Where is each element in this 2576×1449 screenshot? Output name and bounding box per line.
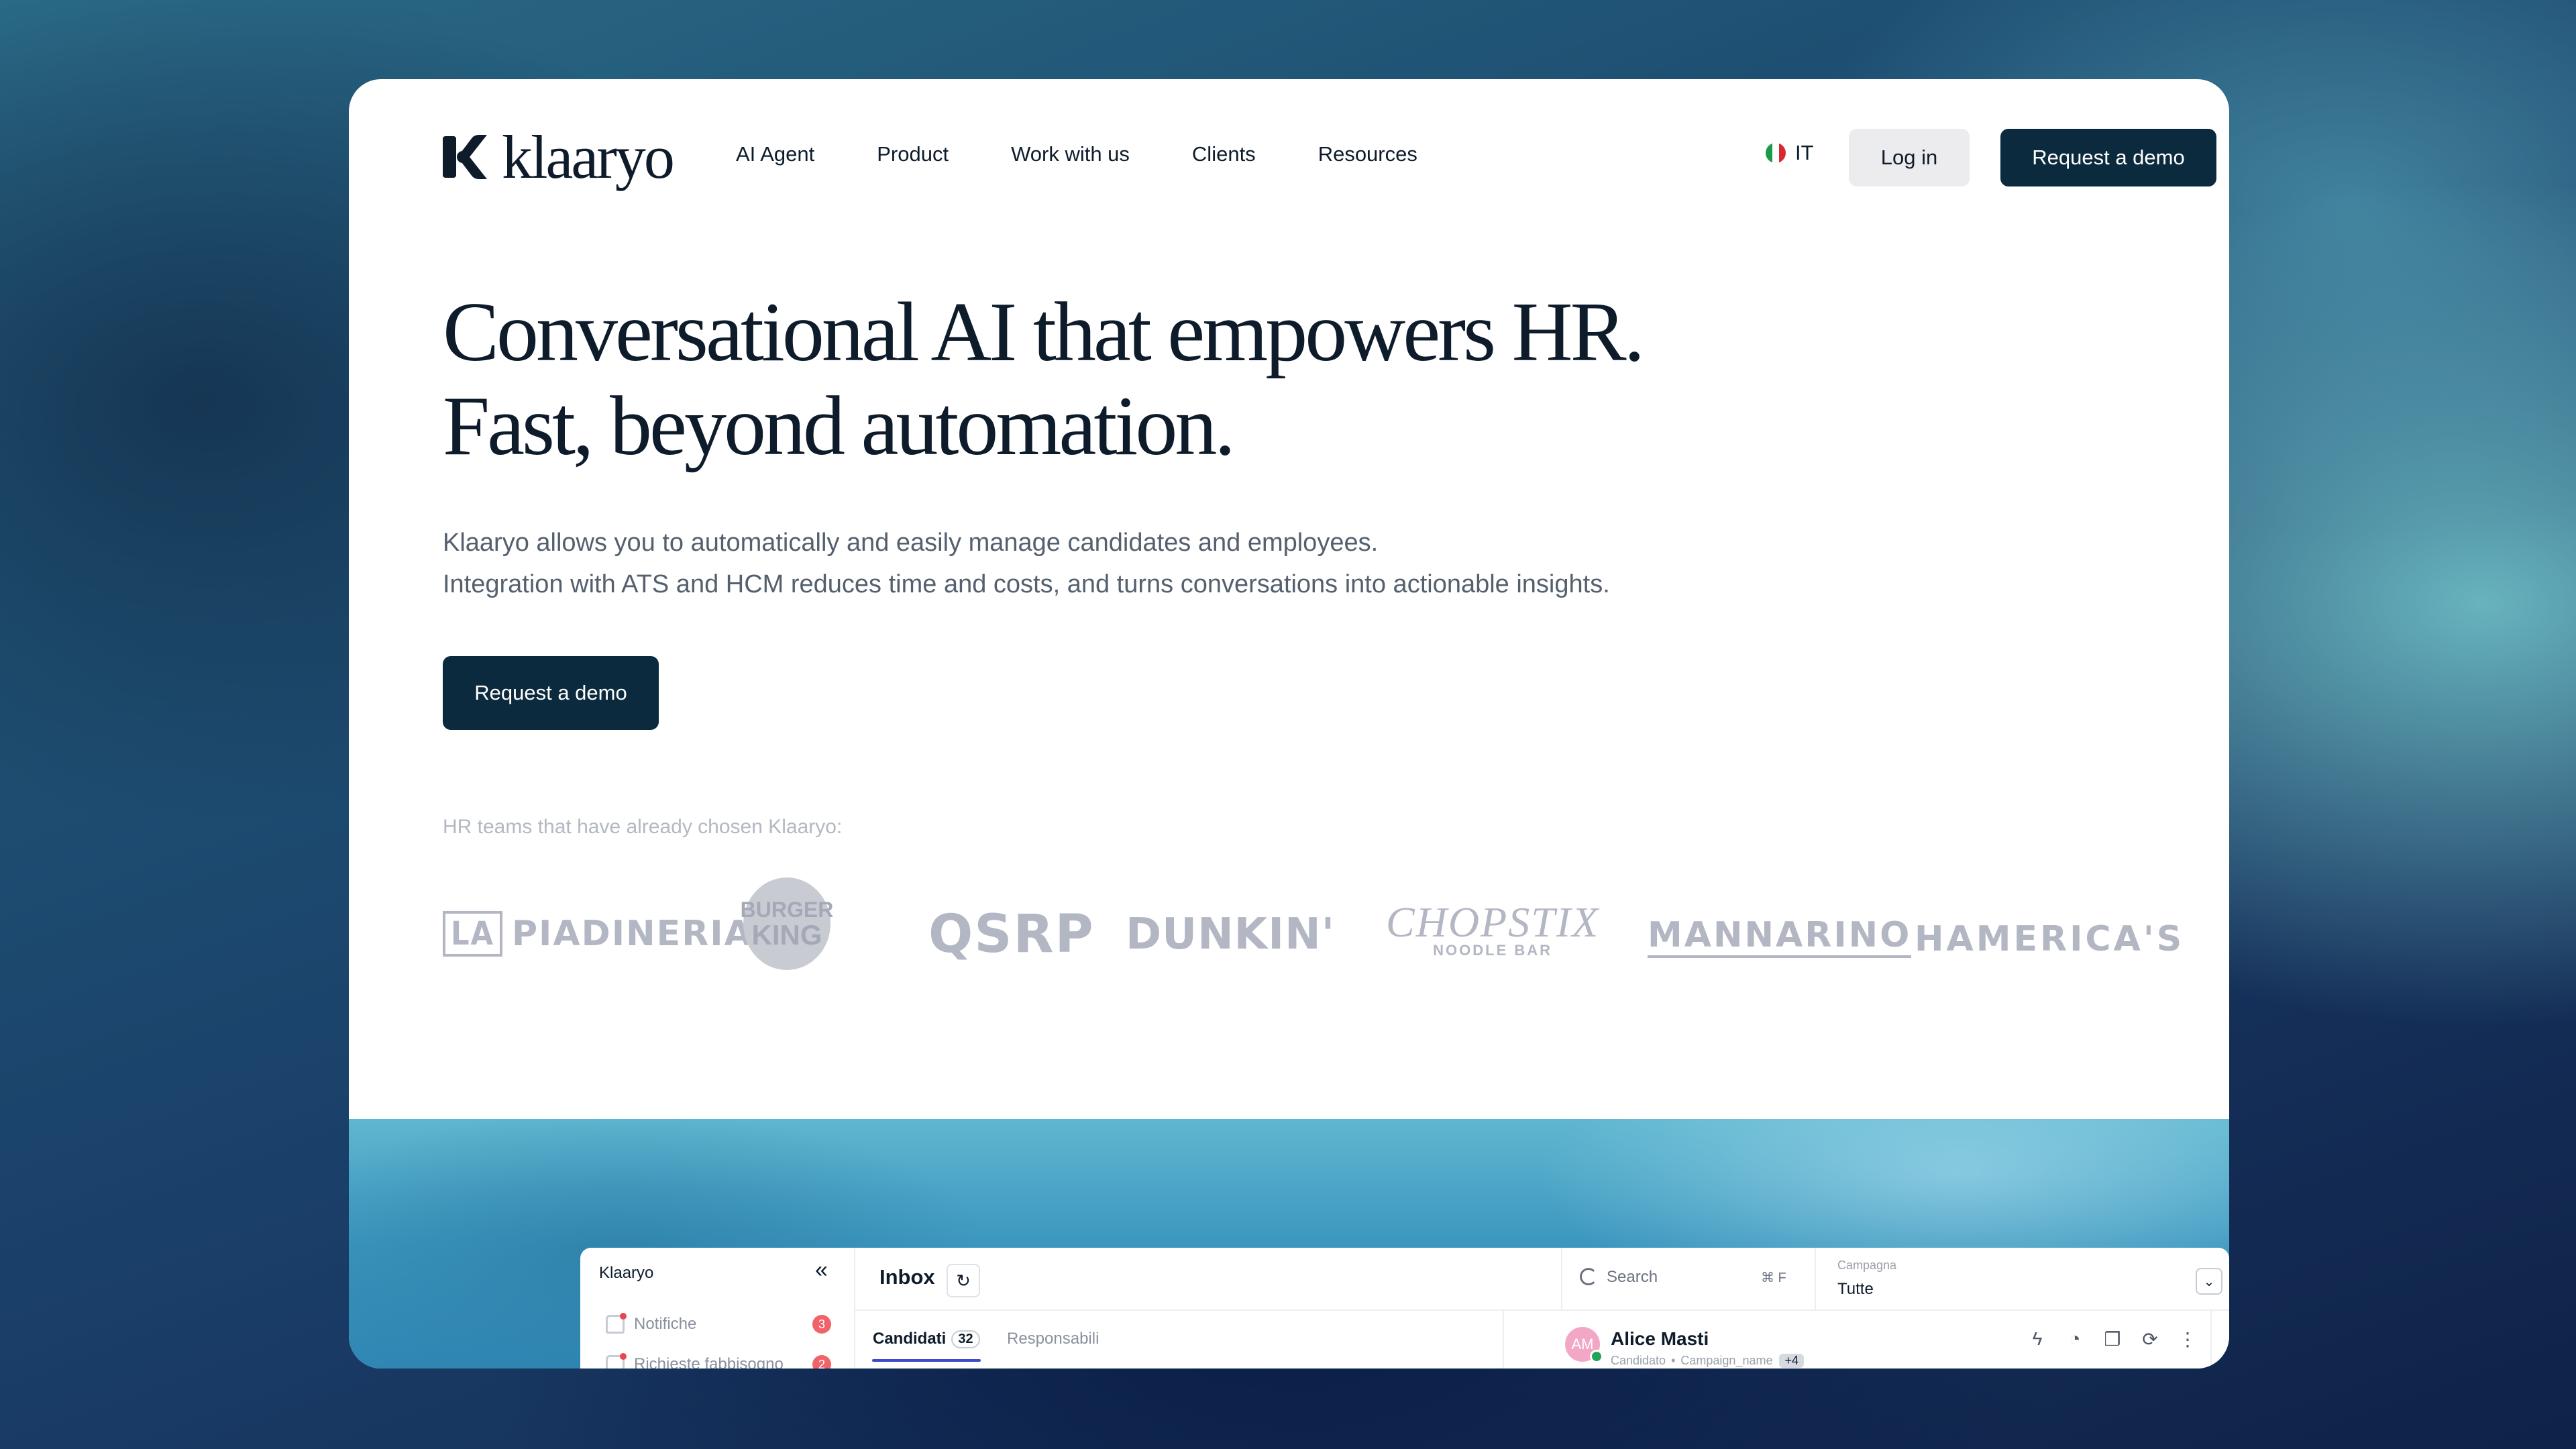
tab-label: Responsabili	[1007, 1330, 1099, 1348]
burger-king-logo: BURGER KING	[741, 877, 833, 970]
candidate-role: Candidato	[1611, 1354, 1666, 1367]
la-piadineria-logo: LA PIADINERIA	[443, 910, 753, 958]
la-piadineria-logo-box: LA	[443, 911, 502, 957]
app-sidebar: Klaaryo « Notifiche 3 Richieste fabbisog…	[580, 1248, 855, 1368]
candidate-name: Alice Masti	[1611, 1328, 1709, 1349]
hero-title-line-2: Fast, beyond automation.	[443, 380, 1236, 473]
chopstix-logo-text: CHOPSTIX	[1386, 898, 1600, 946]
candidate-toolbar: ϟ ◔ ❐ ⟳ ⋮	[2024, 1326, 2212, 1352]
campaign-tag: Campaign_name	[1680, 1354, 1773, 1367]
hero-subtitle: Klaaryo allows you to automatically and …	[443, 522, 1986, 605]
chopstix-logo-subtext: NOODLE BAR	[1433, 942, 1553, 959]
history-icon[interactable]: ◔	[2061, 1326, 2088, 1352]
main-card: klaaryo AI Agent Product Work with us Cl…	[349, 79, 2229, 1368]
sidebar-item-label: Notifiche	[634, 1315, 697, 1333]
campaign-label: Campagna	[1837, 1258, 1897, 1272]
dunkin-logo: DUNKIN'	[1126, 910, 1336, 959]
refresh-icon[interactable]: ↻	[947, 1264, 980, 1297]
sidebar-item-notifiche[interactable]: Notifiche	[606, 1313, 697, 1334]
extra-campaigns-badge: +4	[1779, 1354, 1805, 1368]
bell-icon	[606, 1313, 627, 1334]
search-shortcut: ⌘ F	[1761, 1271, 1786, 1285]
clients-label: HR teams that have already chosen Klaary…	[443, 816, 843, 838]
nav-link-ai-agent[interactable]: AI Agent	[736, 142, 814, 166]
nav-links: AI Agent Product Work with us Clients Re…	[736, 121, 1480, 188]
richieste-count-badge: 2	[812, 1355, 831, 1368]
hero-title: Conversational AI that empowers HR. Fast…	[443, 286, 1919, 474]
nav-link-clients[interactable]: Clients	[1192, 142, 1256, 166]
la-piadineria-logo-text: PIADINERIA	[511, 914, 753, 954]
campaign-value[interactable]: Tutte	[1837, 1280, 1874, 1299]
candidate-meta: Candidato • Campaign_name +4	[1611, 1354, 1805, 1368]
tab-label: Candidati	[873, 1330, 947, 1348]
active-tab-indicator	[872, 1359, 981, 1362]
sync-icon[interactable]: ⟳	[2137, 1326, 2163, 1352]
sidebar-item-richieste-fabbisogno[interactable]: Richieste fabbisogno	[606, 1353, 784, 1368]
brand-logo[interactable]: klaaryo	[443, 123, 675, 191]
column-divider	[1503, 1311, 1504, 1368]
lightning-icon[interactable]: ϟ	[2024, 1326, 2051, 1352]
login-button[interactable]: Log in	[1849, 129, 1970, 186]
qsrp-logo: QSRP	[928, 904, 1095, 965]
sidebar-item-label: Richieste fabbisogno	[634, 1355, 784, 1368]
app-sidebar-title: Klaaryo	[599, 1264, 654, 1282]
hero-subtitle-line-2: Integration with ATS and HCM reduces tim…	[443, 570, 1610, 598]
tab-responsabili[interactable]: Responsabili	[1007, 1330, 1099, 1348]
app-preview-window: Klaaryo « Notifiche 3 Richieste fabbisog…	[580, 1248, 2229, 1368]
chopstix-logo: CHOPSTIX NOODLE BAR	[1386, 898, 1599, 959]
copy-icon[interactable]: ❐	[2099, 1326, 2126, 1352]
top-navigation: klaaryo AI Agent Product Work with us Cl…	[443, 121, 2216, 191]
hamericas-logo: HAMERICA'S	[1915, 919, 2185, 959]
request-demo-nav-button[interactable]: Request a demo	[2000, 129, 2216, 186]
klaaryo-logo-icon	[443, 135, 487, 179]
nav-link-product[interactable]: Product	[877, 142, 949, 166]
tab-count: 32	[951, 1330, 980, 1348]
search-icon	[1580, 1268, 1597, 1285]
more-options-icon[interactable]: ⋮	[2174, 1326, 2201, 1352]
mannarino-logo: MANNARINO	[1648, 915, 1912, 958]
client-logos: LA PIADINERIA BURGER KING QSRP DUNKIN' C…	[443, 877, 2182, 978]
nav-link-resources[interactable]: Resources	[1318, 142, 1417, 166]
search-input[interactable]: Search ⌘ F	[1561, 1248, 1816, 1311]
app-header: Inbox ↻ Search ⌘ F Campagna Tutte ⌄	[855, 1248, 2229, 1311]
hero-subtitle-line-1: Klaaryo allows you to automatically and …	[443, 529, 1379, 557]
chevron-down-icon[interactable]: ⌄	[2196, 1268, 2222, 1295]
language-switcher[interactable]: IT	[1766, 141, 1814, 165]
request-icon	[606, 1353, 627, 1368]
separator-dot: •	[1671, 1354, 1676, 1367]
online-status-icon	[1590, 1350, 1603, 1363]
inbox-title: Inbox	[879, 1265, 935, 1289]
italy-flag-icon	[1766, 143, 1786, 163]
brand-wordmark: klaaryo	[502, 123, 675, 191]
collapse-sidebar-icon[interactable]: «	[815, 1257, 828, 1283]
notifiche-count-badge: 3	[812, 1315, 831, 1334]
request-demo-hero-button[interactable]: Request a demo	[443, 656, 659, 730]
hero-title-line-1: Conversational AI that empowers HR.	[443, 286, 1645, 379]
language-label: IT	[1795, 141, 1814, 164]
search-placeholder: Search	[1607, 1268, 1658, 1286]
burger-king-logo-line-1: BURGER	[740, 898, 834, 922]
burger-king-logo-line-2: KING	[751, 919, 822, 951]
nav-link-work-with-us[interactable]: Work with us	[1011, 142, 1130, 166]
tab-candidati[interactable]: Candidati 32	[873, 1330, 980, 1348]
